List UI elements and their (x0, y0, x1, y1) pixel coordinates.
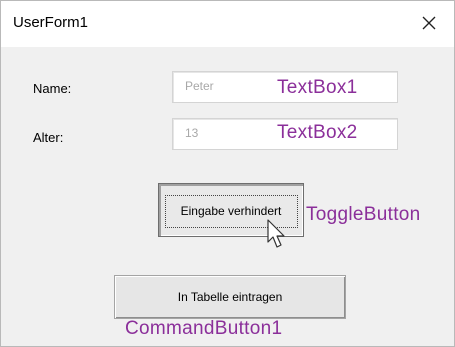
window-title: UserForm1 (13, 14, 89, 31)
toggle-caption: Eingabe verhindert (180, 204, 282, 218)
userform-window: UserForm1 Name: Peter TextBox1 Alter: 13… (0, 0, 455, 347)
togglebutton-annotation: ToggleButton (306, 204, 421, 225)
close-icon (422, 16, 436, 30)
insert-into-table-button[interactable]: In Tabelle eintragen (114, 275, 346, 319)
command-caption: In Tabelle eintragen (177, 290, 283, 304)
textbox2-annotation: TextBox2 (277, 122, 358, 143)
textbox1-annotation: TextBox1 (277, 77, 358, 98)
name-value: Peter (185, 79, 214, 93)
commandbutton1-annotation: CommandButton1 (125, 318, 283, 339)
mouse-pointer-icon (267, 219, 287, 256)
close-button[interactable] (412, 7, 448, 39)
age-label: Alter: (33, 130, 64, 145)
age-value: 13 (185, 126, 199, 140)
title-bar: UserForm1 (1, 1, 454, 47)
name-label: Name: (33, 81, 72, 96)
